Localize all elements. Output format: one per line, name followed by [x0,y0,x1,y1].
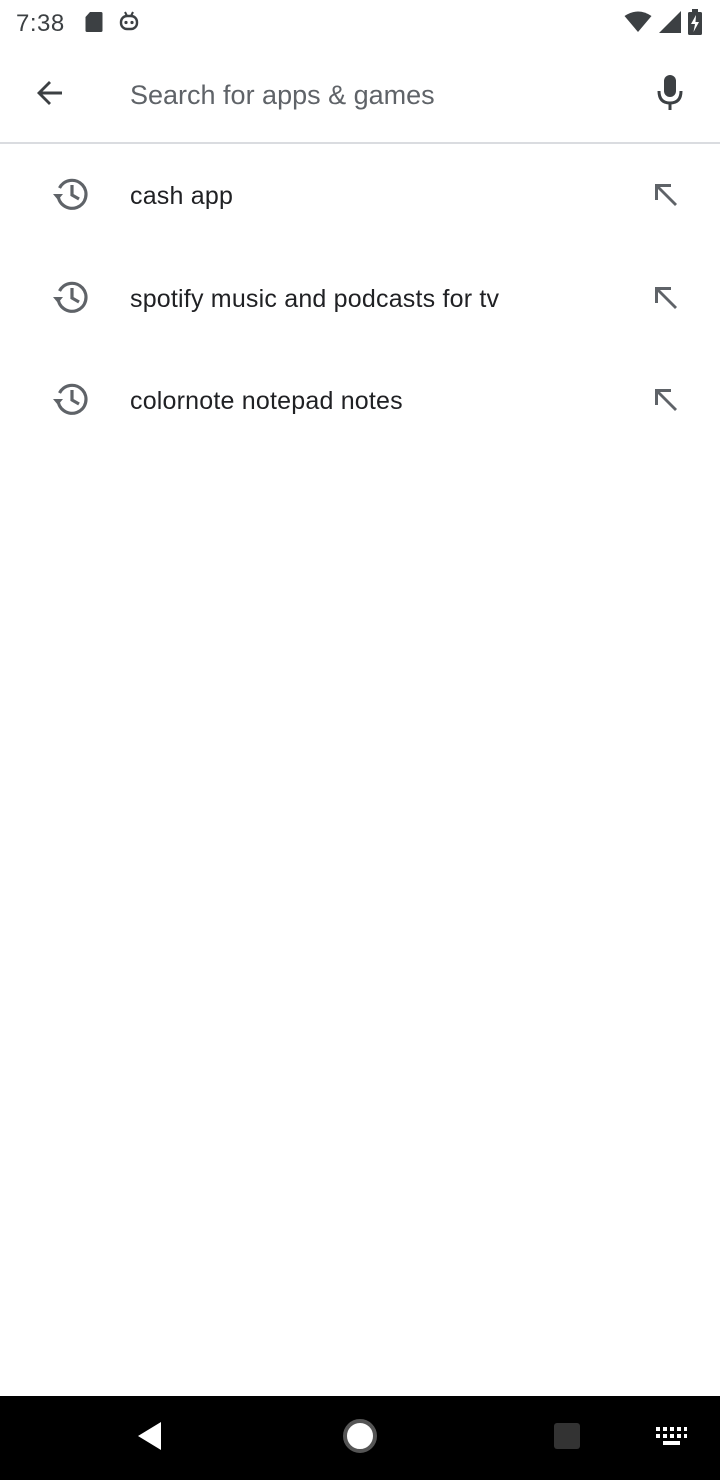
fill-query-button[interactable] [610,356,720,446]
suggestion-item[interactable]: cash app [0,144,720,248]
search-input[interactable] [100,65,620,125]
nav-home-button[interactable] [329,1416,391,1460]
nav-recents-button[interactable] [537,1418,597,1458]
suggestion-label: spotify music and podcasts for tv [130,284,500,313]
history-icon [52,379,92,424]
suggestion-label: colornote notepad notes [130,386,403,415]
status-left-icons [85,10,139,39]
nav-keyboard-button[interactable] [644,1418,698,1458]
search-suggestions-list: cash app spotify music and podcasts for … [0,144,720,452]
fill-query-button[interactable] [610,151,720,241]
wifi-icon [624,11,652,38]
suggestion-item[interactable]: colornote notepad notes [0,350,720,452]
suggestion-item[interactable]: spotify music and podcasts for tv [0,248,720,350]
history-icon [52,174,92,219]
status-bar: 7:38 [0,0,720,48]
search-header [0,48,720,144]
status-time: 7:38 [16,10,65,37]
arrow-up-left-icon [651,180,679,213]
status-right-icons [624,8,702,40]
keyboard-icon [654,1424,688,1453]
fill-query-button[interactable] [610,254,720,344]
back-arrow-icon [34,77,66,114]
arrow-up-left-icon [651,385,679,418]
nav-back-icon [135,1420,165,1457]
nav-back-button[interactable] [120,1418,180,1458]
back-button[interactable] [0,47,100,143]
battery-icon [688,8,702,40]
assistant-icon [119,10,139,39]
sd-card-icon [85,11,103,38]
nav-home-icon [341,1417,379,1460]
history-icon [52,277,92,322]
suggestion-label: cash app [130,181,234,210]
signal-icon [658,10,682,39]
microphone-icon [656,73,684,118]
voice-search-button[interactable] [620,47,720,143]
nav-recents-icon [552,1421,582,1456]
system-navigation-bar [0,1396,720,1480]
play-store-search-screen: 7:38 Search for apps & games cash app sp… [0,0,720,1480]
arrow-up-left-icon [651,283,679,316]
